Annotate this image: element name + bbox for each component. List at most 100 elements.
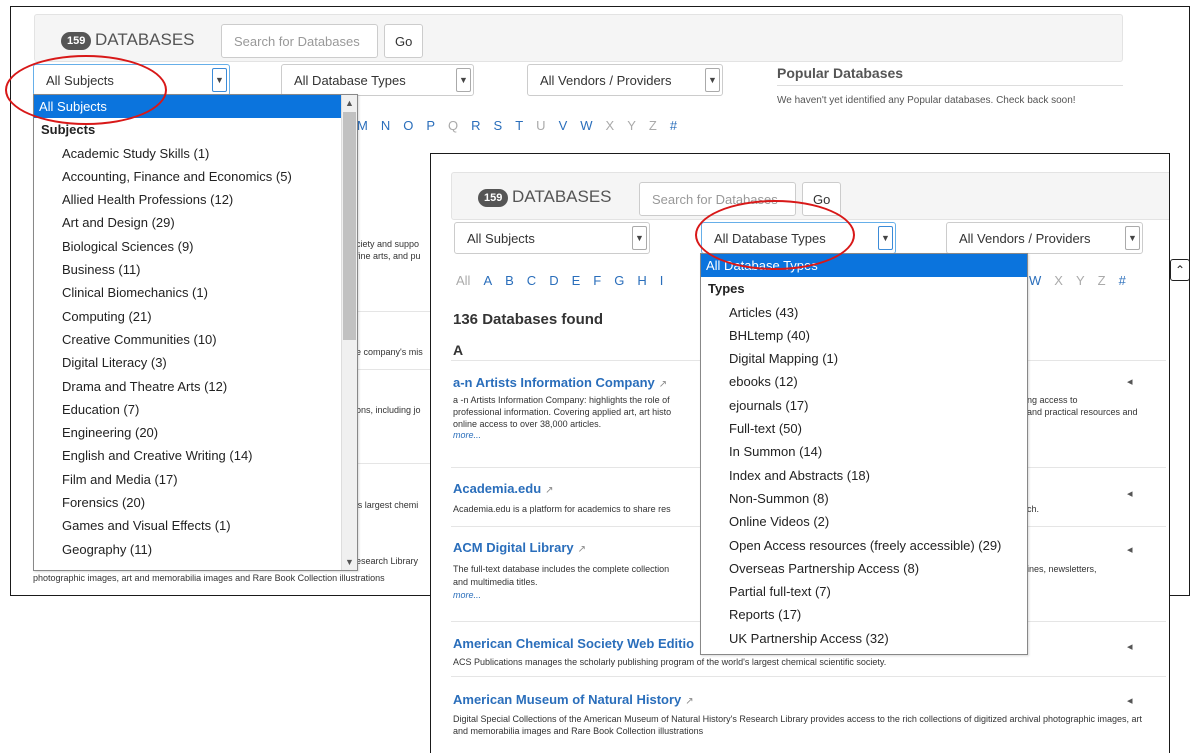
dropdown-option[interactable]: Online Videos (2) — [701, 510, 1027, 533]
dropdown-option[interactable]: Academic Study Skills (1) — [34, 142, 357, 165]
dropdown-option[interactable]: Games and Visual Effects (1) — [34, 514, 357, 537]
az-letter[interactable]: U — [536, 118, 545, 133]
az-letter[interactable]: W — [1029, 273, 1041, 288]
share-icon[interactable]: ◂ — [1127, 375, 1133, 388]
subjects-select[interactable]: All Subjects ▼ — [454, 222, 650, 254]
search-input[interactable]: Search for Databases — [639, 182, 796, 216]
scrollbar[interactable]: ▲ ▼ — [341, 95, 357, 570]
dropdown-option[interactable]: Reports (17) — [701, 603, 1027, 626]
dropdown-option[interactable]: Accounting, Finance and Economics (5) — [34, 165, 357, 188]
az-letter[interactable]: Y — [627, 118, 636, 133]
share-icon[interactable]: ◂ — [1127, 694, 1133, 707]
search-input[interactable]: Search for Databases — [221, 24, 378, 58]
dropdown-option[interactable]: Allied Health Professions (12) — [34, 188, 357, 211]
database-link[interactable]: American Museum of Natural History ↗ — [453, 692, 694, 707]
database-link[interactable]: American Chemical Society Web Editio — [453, 636, 694, 651]
dropdown-option[interactable]: BHLtemp (40) — [701, 324, 1027, 347]
types-select[interactable]: All Database Types ▼ — [701, 222, 896, 254]
az-letter[interactable]: A — [483, 273, 492, 288]
dropdown-option[interactable]: Digital Literacy (3) — [34, 351, 357, 374]
az-letter[interactable]: Q — [448, 118, 458, 133]
subjects-dropdown[interactable]: All Subjects Subjects Academic Study Ski… — [33, 94, 358, 571]
dropdown-option[interactable]: Overseas Partnership Access (8) — [701, 557, 1027, 580]
dropdown-option[interactable]: Business (11) — [34, 258, 357, 281]
scroll-thumb[interactable] — [343, 112, 356, 340]
dropdown-option-selected[interactable]: All Database Types — [701, 254, 1027, 278]
popular-text: We haven't yet identified any Popular da… — [777, 95, 1076, 106]
az-letter[interactable]: C — [527, 273, 536, 288]
subjects-select[interactable]: All Subjects ▼ — [33, 64, 230, 96]
dropdown-option[interactable]: Digital Mapping (1) — [701, 347, 1027, 370]
dropdown-option[interactable]: Full-text (50) — [701, 417, 1027, 440]
types-select[interactable]: All Database Types ▼ — [281, 64, 474, 96]
az-letter[interactable]: # — [670, 118, 677, 133]
dropdown-option-selected[interactable]: All Subjects — [34, 95, 357, 119]
dropdown-option[interactable]: Film and Media (17) — [34, 468, 357, 491]
dropdown-option[interactable]: ebooks (12) — [701, 370, 1027, 393]
dropdown-option[interactable]: ejournals (17) — [701, 394, 1027, 417]
dropdown-option[interactable]: Computing (21) — [34, 305, 357, 328]
dropdown-option[interactable]: Biological Sciences (9) — [34, 235, 357, 258]
az-letter[interactable]: I — [660, 273, 664, 288]
az-letter[interactable]: F — [593, 273, 601, 288]
dropdown-option[interactable]: Forensics (20) — [34, 491, 357, 514]
external-link-icon: ↗ — [685, 696, 694, 707]
double-chevron-up-icon: ⌃ — [1174, 263, 1186, 277]
dropdown-option[interactable]: Articles (43) — [701, 301, 1027, 324]
az-letter[interactable]: R — [471, 118, 480, 133]
dropdown-option[interactable]: Drama and Theatre Arts (12) — [34, 375, 357, 398]
vendors-select[interactable]: All Vendors / Providers ▼ — [946, 222, 1143, 254]
az-letter[interactable]: # — [1119, 273, 1126, 288]
database-link[interactable]: Academia.edu ↗ — [453, 481, 554, 496]
back-to-top-button[interactable]: ⌃ — [1170, 259, 1189, 281]
dropdown-option[interactable]: Index and Abstracts (18) — [701, 464, 1027, 487]
dropdown-option[interactable]: Creative Communities (10) — [34, 328, 357, 351]
az-letter[interactable]: S — [494, 118, 503, 133]
az-letter[interactable]: X — [1054, 273, 1063, 288]
az-letter[interactable]: N — [381, 118, 390, 133]
dropdown-option[interactable]: In Summon (14) — [701, 440, 1027, 463]
az-letter[interactable]: W — [580, 118, 592, 133]
database-link[interactable]: ACM Digital Library ↗ — [453, 540, 586, 555]
dropdown-option[interactable]: Geography (11) — [34, 538, 357, 561]
types-dropdown[interactable]: All Database Types Types Articles (43) BH… — [700, 253, 1028, 655]
az-letter[interactable]: Z — [1098, 273, 1106, 288]
dropdown-option[interactable]: Partial full-text (7) — [701, 580, 1027, 603]
dropdown-option[interactable]: Engineering (20) — [34, 421, 357, 444]
share-icon[interactable]: ◂ — [1127, 543, 1133, 556]
az-letter[interactable]: G — [614, 273, 624, 288]
az-letter[interactable]: E — [572, 273, 581, 288]
entry-title-text: ACM Digital Library — [453, 540, 574, 555]
share-icon[interactable]: ◂ — [1127, 487, 1133, 500]
az-letter[interactable]: D — [549, 273, 558, 288]
dropdown-option[interactable]: UK Partnership Access (32) — [701, 627, 1027, 650]
go-button[interactable]: Go — [384, 24, 424, 58]
go-button[interactable]: Go — [802, 182, 842, 216]
az-letter[interactable]: O — [403, 118, 413, 133]
az-letter[interactable]: Z — [649, 118, 657, 133]
dropdown-option[interactable]: Non-Summon (8) — [701, 487, 1027, 510]
az-letter[interactable]: Y — [1076, 273, 1085, 288]
az-letter[interactable]: All — [456, 273, 470, 288]
vendors-select[interactable]: All Vendors / Providers ▼ — [527, 64, 723, 96]
dropdown-option[interactable]: Art and Design (29) — [34, 211, 357, 234]
az-letter[interactable]: X — [606, 118, 615, 133]
az-letter[interactable]: P — [426, 118, 435, 133]
dropdown-option[interactable]: Education (7) — [34, 398, 357, 421]
az-letter[interactable]: M — [357, 118, 368, 133]
popular-title: Popular Databases — [777, 65, 904, 81]
share-icon[interactable]: ◂ — [1127, 640, 1133, 653]
az-letter[interactable]: T — [515, 118, 523, 133]
az-letter[interactable]: V — [559, 118, 568, 133]
dropdown-option[interactable]: English and Creative Writing (14) — [34, 444, 357, 467]
database-link[interactable]: a-n Artists Information Company ↗ — [453, 375, 667, 390]
dropdown-option[interactable]: Clinical Biomechanics (1) — [34, 281, 357, 304]
az-letter[interactable]: H — [637, 273, 646, 288]
more-link[interactable]: more... — [453, 590, 481, 600]
more-link[interactable]: more... — [453, 430, 481, 440]
az-letter[interactable]: B — [505, 273, 514, 288]
dropdown-option[interactable]: Open Access resources (freely accessible… — [701, 534, 1027, 557]
scroll-down-icon[interactable]: ▼ — [342, 554, 357, 570]
scroll-up-icon[interactable]: ▲ — [342, 95, 357, 111]
text-fragment: e company's mis — [356, 347, 423, 357]
